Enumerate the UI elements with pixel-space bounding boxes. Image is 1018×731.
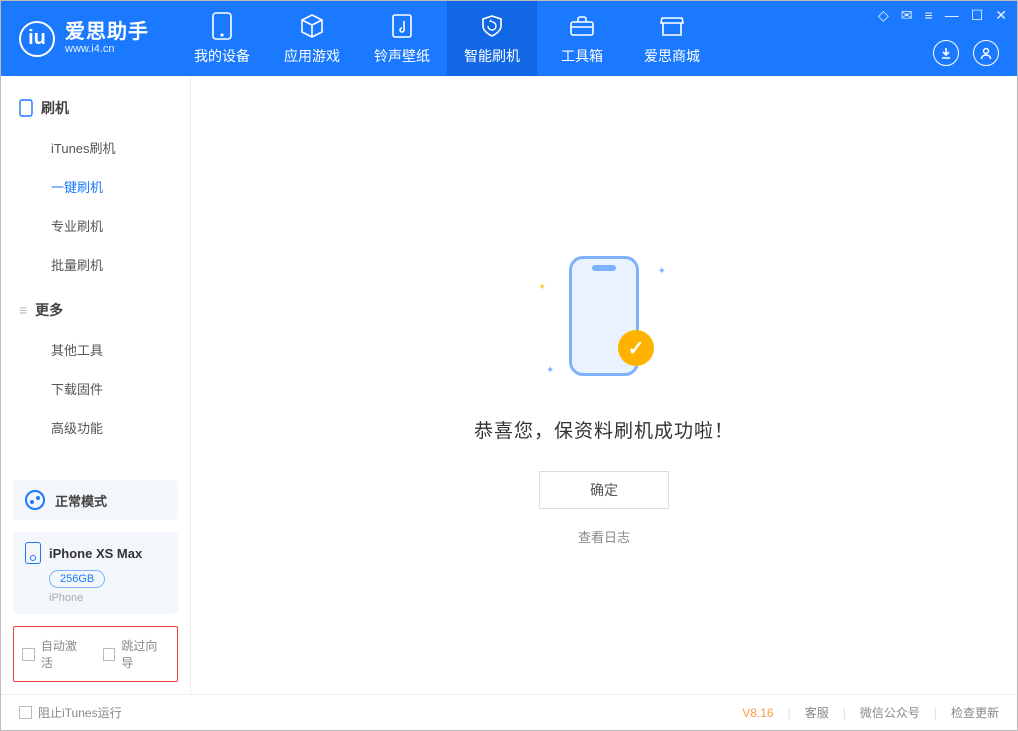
sparkle-icon: ✦	[538, 282, 546, 293]
phone-icon	[208, 12, 236, 40]
music-file-icon	[388, 12, 416, 40]
checkbox-icon	[22, 648, 35, 661]
tab-ringtone-wallpaper[interactable]: 铃声壁纸	[357, 1, 447, 76]
tab-label: 智能刷机	[464, 46, 520, 66]
feedback-icon[interactable]: ✉	[901, 7, 913, 24]
device-name: iPhone XS Max	[49, 546, 142, 561]
sparkle-icon: ✦	[658, 266, 666, 277]
check-badge-icon: ✓	[618, 330, 654, 366]
footer: 阻止iTunes运行 V8.16 | 客服 | 微信公众号 | 检查更新	[1, 694, 1017, 730]
sidebar-item-other-tools[interactable]: 其他工具	[1, 330, 190, 369]
menu-icon[interactable]: ≡	[925, 7, 933, 24]
tab-store[interactable]: 爱思商城	[627, 1, 717, 76]
sidebar-item-batch-flash[interactable]: 批量刷机	[1, 245, 190, 284]
tab-my-device[interactable]: 我的设备	[177, 1, 267, 76]
checkbox-label: 自动激活	[41, 637, 89, 671]
sidebar-item-onekey-flash[interactable]: 一键刷机	[1, 167, 190, 206]
sidebar-group-more: ≡ 更多	[1, 290, 190, 330]
tab-toolbox[interactable]: 工具箱	[537, 1, 627, 76]
footer-wechat-link[interactable]: 微信公众号	[860, 704, 920, 721]
cube-icon	[298, 12, 326, 40]
minimize-button[interactable]: —	[945, 7, 959, 24]
more-icon: ≡	[19, 302, 27, 318]
skin-icon[interactable]: ◇	[878, 7, 889, 24]
main-content: ✓ ✦ ✦ ✦ 恭喜您，保资料刷机成功啦！ 确定 查看日志	[191, 76, 1017, 694]
user-icon[interactable]	[973, 40, 999, 66]
checkbox-icon	[19, 706, 32, 719]
tab-apps-games[interactable]: 应用游戏	[267, 1, 357, 76]
highlighted-options: 自动激活 跳过向导	[13, 626, 178, 682]
checkbox-block-itunes[interactable]: 阻止iTunes运行	[19, 704, 122, 721]
view-log-link[interactable]: 查看日志	[578, 527, 630, 546]
footer-support-link[interactable]: 客服	[805, 704, 829, 721]
checkbox-icon	[103, 648, 116, 661]
mode-card[interactable]: 正常模式	[13, 480, 178, 520]
tab-label: 工具箱	[561, 46, 603, 66]
ok-button[interactable]: 确定	[539, 471, 669, 509]
shop-icon	[658, 12, 686, 40]
phone-small-icon	[19, 99, 33, 117]
sidebar-item-pro-flash[interactable]: 专业刷机	[1, 206, 190, 245]
device-card[interactable]: iPhone XS Max 256GB iPhone	[13, 532, 178, 614]
checkbox-skip-guide[interactable]: 跳过向导	[103, 637, 170, 671]
tab-label: 铃声壁纸	[374, 46, 430, 66]
maximize-button[interactable]: ☐	[971, 7, 984, 24]
checkbox-label: 跳过向导	[121, 637, 169, 671]
checkbox-auto-activate[interactable]: 自动激活	[22, 637, 89, 671]
download-icon[interactable]	[933, 40, 959, 66]
app-header: iu 爱思助手 www.i4.cn 我的设备 应用游戏 铃声壁纸 智能刷机	[1, 1, 1017, 76]
sidebar-group-flash: 刷机	[1, 88, 190, 128]
sidebar-group-title: 刷机	[41, 98, 69, 118]
sidebar-item-download-firmware[interactable]: 下载固件	[1, 369, 190, 408]
logo: iu 爱思助手 www.i4.cn	[1, 21, 167, 57]
sidebar: 刷机 iTunes刷机 一键刷机 专业刷机 批量刷机 ≡ 更多 其他工具 下载固…	[1, 76, 191, 694]
sidebar-item-itunes-flash[interactable]: iTunes刷机	[1, 128, 190, 167]
sidebar-group-more-title: 更多	[35, 300, 63, 320]
top-nav: 我的设备 应用游戏 铃声壁纸 智能刷机 工具箱 爱思商城	[177, 1, 717, 76]
device-phone-icon	[25, 542, 41, 564]
sidebar-item-advanced[interactable]: 高级功能	[1, 408, 190, 447]
sparkle-icon: ✦	[546, 365, 554, 376]
close-button[interactable]: ✕	[995, 7, 1007, 24]
tab-label: 爱思商城	[644, 46, 700, 66]
success-message: 恭喜您，保资料刷机成功啦！	[474, 416, 734, 443]
toolbox-icon	[568, 12, 596, 40]
tab-label: 应用游戏	[284, 46, 340, 66]
window-controls: ◇ ✉ ≡ — ☐ ✕	[878, 7, 1007, 24]
checkbox-label: 阻止iTunes运行	[38, 704, 122, 721]
refresh-shield-icon	[478, 12, 506, 40]
tab-label: 我的设备	[194, 46, 250, 66]
footer-check-update-link[interactable]: 检查更新	[951, 704, 999, 721]
device-type: iPhone	[49, 592, 166, 604]
mode-label: 正常模式	[55, 491, 107, 510]
mode-icon	[25, 490, 45, 510]
version-label: V8.16	[742, 706, 773, 720]
logo-title: 爱思助手	[65, 21, 149, 43]
tab-smart-flash[interactable]: 智能刷机	[447, 1, 537, 76]
success-illustration: ✓ ✦ ✦ ✦	[524, 246, 684, 386]
logo-mark: iu	[19, 21, 55, 57]
storage-badge: 256GB	[49, 570, 105, 588]
logo-subtitle: www.i4.cn	[65, 43, 149, 55]
